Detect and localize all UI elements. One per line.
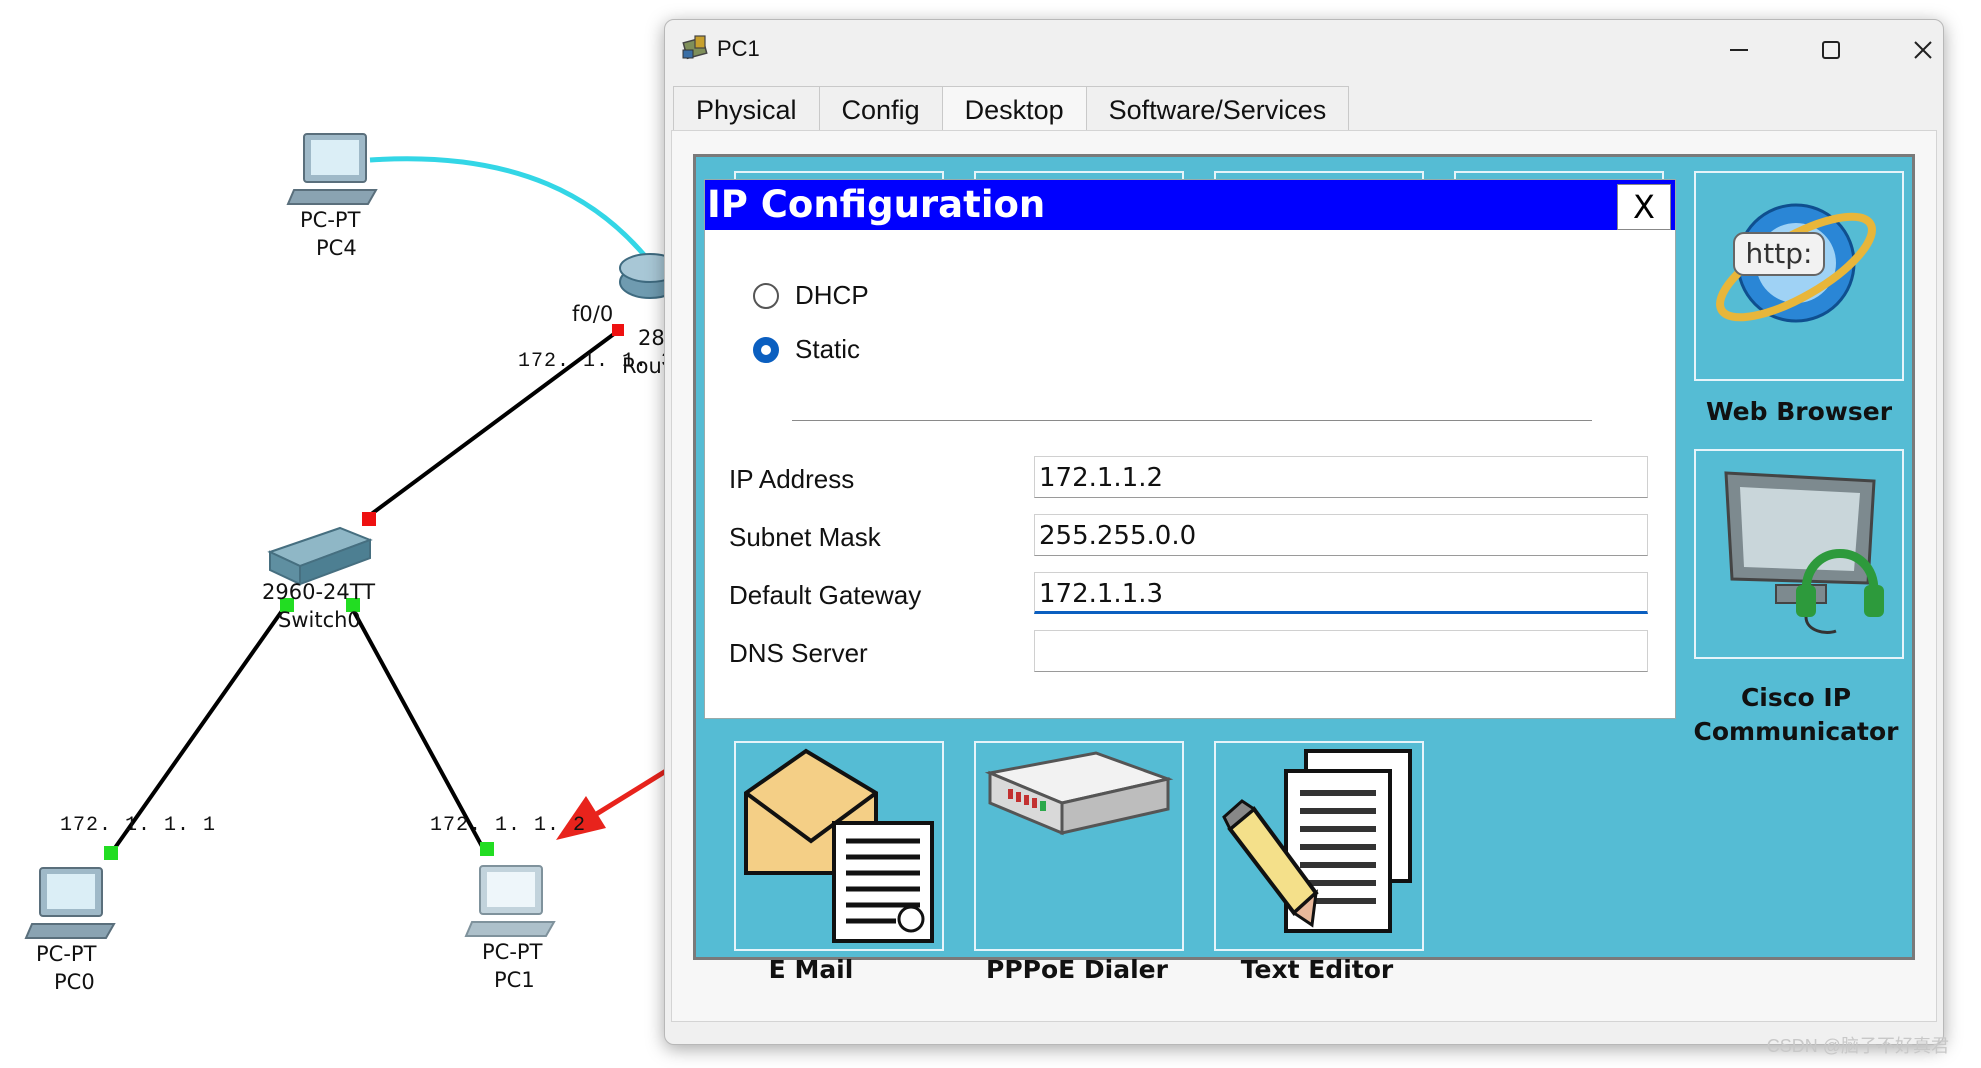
default-gateway-label: Default Gateway xyxy=(729,580,922,610)
port-switch-uplink-indicator xyxy=(362,512,376,526)
maximize-icon xyxy=(1822,41,1840,59)
pc0-name-label: PC0 xyxy=(54,970,95,994)
ip-address-field[interactable]: 172.1.1.2 xyxy=(1034,456,1648,498)
default-gateway-field[interactable]: 172.1.1.3 xyxy=(1034,572,1648,614)
minimize-button[interactable] xyxy=(1709,30,1769,70)
ip-config-close-button[interactable]: X xyxy=(1617,184,1671,230)
pc0-ip-label: 172. 1. 1. 1 xyxy=(60,814,217,837)
subnet-mask-field[interactable]: 255.255.0.0 xyxy=(1034,514,1648,556)
tab-physical[interactable]: Physical xyxy=(673,86,820,131)
port-pc1-indicator xyxy=(480,842,494,856)
email-app[interactable] xyxy=(734,741,944,951)
ip-config-titlebar[interactable]: IP Configuration X xyxy=(705,180,1675,230)
text-editor-label: Text Editor xyxy=(1240,955,1394,984)
email-icon xyxy=(744,748,934,943)
port-router-indicator xyxy=(612,324,624,336)
watermark: CSDN @脑子不好真君 xyxy=(1766,1036,1949,1056)
pppoe-label: PPPoE Dialer xyxy=(986,955,1168,984)
web-browser-icon: http: xyxy=(1716,203,1876,323)
switch-name-label: Switch0 xyxy=(278,608,361,632)
subnet-mask-label: Subnet Mask xyxy=(729,522,881,552)
static-radio[interactable] xyxy=(753,336,779,363)
pc1-ip-label: 172. 1. 1. 2 xyxy=(430,814,587,837)
ip-address-label: IP Address xyxy=(729,464,855,494)
switch-type-label: 2960-24TT xyxy=(262,580,376,604)
router-type-label: 28 xyxy=(638,326,665,350)
ip-configuration-dialog: IP Configuration X DHCP Static IP Addres… xyxy=(704,179,1676,719)
router-ip-label: 172. 1. 1. 3 xyxy=(518,350,675,373)
pc4-name-label: PC4 xyxy=(316,236,357,260)
dhcp-label: DHCP xyxy=(795,280,869,310)
text-editor-app[interactable] xyxy=(1214,741,1424,951)
static-option[interactable]: Static xyxy=(753,334,860,365)
minimize-icon xyxy=(1730,49,1748,51)
desktop-area: http: Web Browser Cisco IP Communicator xyxy=(693,154,1915,984)
window-title: PC1 xyxy=(717,36,760,61)
tab-software-services[interactable]: Software/Services xyxy=(1085,86,1350,131)
pc4-computer-icon[interactable] xyxy=(286,133,378,205)
http-text: http: xyxy=(1746,237,1813,270)
separator xyxy=(792,420,1592,421)
pc1-window: PC1 Physical Config Desktop Software/Ser… xyxy=(664,19,1944,1045)
tab-bar: Physical Config Desktop Software/Service… xyxy=(673,86,1350,132)
ip-communicator-label: Cisco IP Communicator xyxy=(1693,683,1899,746)
port-label: f0/0 xyxy=(572,302,614,326)
dhcp-option[interactable]: DHCP xyxy=(753,280,869,311)
maximize-button[interactable] xyxy=(1801,30,1861,70)
ip-config-title: IP Configuration xyxy=(707,183,1046,226)
pc0-type-label: PC-PT xyxy=(36,942,97,966)
close-icon xyxy=(1914,41,1932,59)
serial-link xyxy=(369,156,652,264)
dns-server-label: DNS Server xyxy=(729,638,868,668)
pppoe-dialer-icon xyxy=(984,751,1174,836)
ip-communicator-icon xyxy=(1724,471,1884,634)
tab-config[interactable]: Config xyxy=(818,86,943,131)
cisco-ip-communicator-app[interactable] xyxy=(1694,449,1904,659)
pc1-computer-icon[interactable] xyxy=(464,865,556,937)
switch-icon[interactable] xyxy=(267,526,373,586)
window-titlebar[interactable]: PC1 xyxy=(665,20,1943,80)
pppoe-dialer-app[interactable] xyxy=(974,741,1184,951)
pc1-name-label: PC1 xyxy=(494,968,535,992)
close-window-button[interactable] xyxy=(1893,30,1943,70)
email-label: E Mail xyxy=(768,955,854,984)
web-browser-app[interactable]: http: xyxy=(1694,171,1904,381)
port-pc0-indicator xyxy=(104,846,118,860)
pc1-type-label: PC-PT xyxy=(482,940,543,964)
dhcp-radio[interactable] xyxy=(753,282,779,309)
tab-desktop[interactable]: Desktop xyxy=(941,86,1087,131)
pc0-computer-icon[interactable] xyxy=(24,867,116,939)
app-icon xyxy=(681,34,711,67)
text-editor-icon xyxy=(1222,749,1412,933)
web-browser-label: Web Browser xyxy=(1705,397,1893,426)
static-label: Static xyxy=(795,334,861,364)
pc4-type-label: PC-PT xyxy=(300,208,361,232)
dns-server-field[interactable] xyxy=(1034,630,1648,672)
